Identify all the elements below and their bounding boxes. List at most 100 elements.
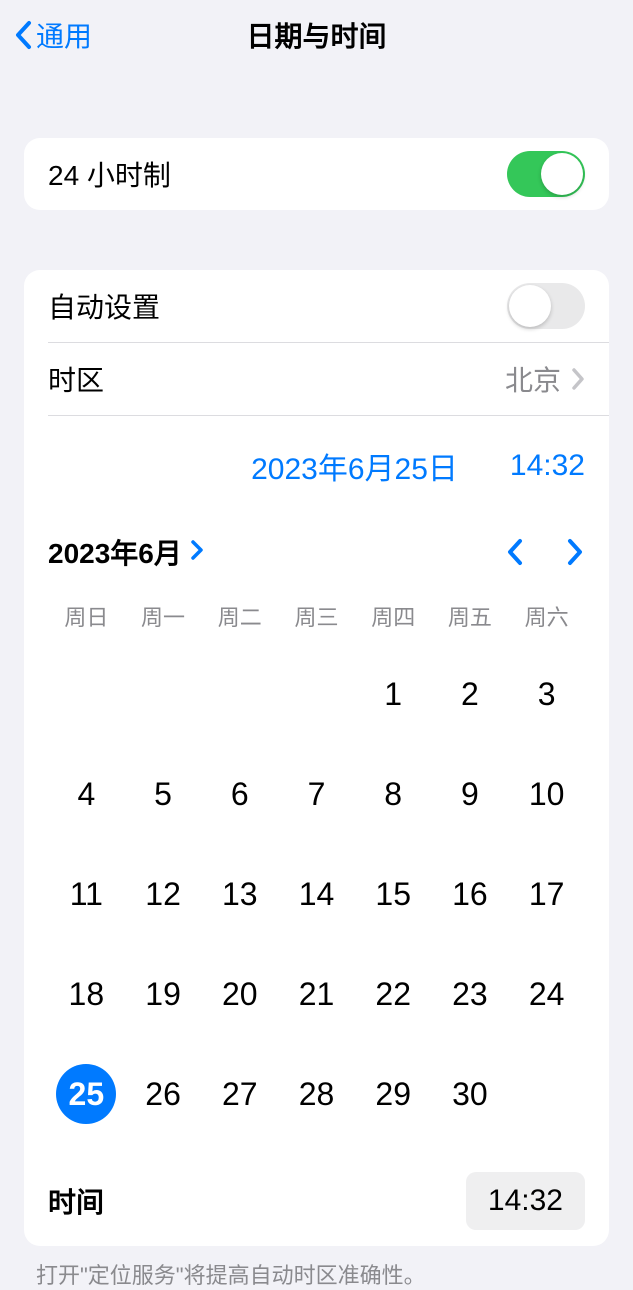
calendar-day-number: 23 — [452, 976, 488, 1013]
page-title: 日期与时间 — [246, 15, 386, 55]
calendar-day-number: 14 — [299, 876, 335, 913]
calendar-day-number: 8 — [384, 776, 402, 813]
calendar-day-number: 27 — [222, 1076, 258, 1113]
calendar-month-button[interactable]: 2023年6月 — [48, 532, 204, 572]
timezone-label: 时区 — [48, 359, 104, 399]
calendar-day[interactable]: 8 — [355, 744, 432, 844]
weekday-label: 周日 — [48, 596, 125, 636]
calendar-empty-cell — [278, 644, 355, 744]
calendar-day[interactable]: 4 — [48, 744, 125, 844]
calendar-day[interactable]: 10 — [508, 744, 585, 844]
back-label: 通用 — [36, 15, 92, 55]
calendar-day[interactable]: 25 — [48, 1044, 125, 1144]
calendar-day-number: 29 — [375, 1076, 411, 1113]
calendar-day[interactable]: 15 — [355, 844, 432, 944]
calendar-day[interactable]: 3 — [508, 644, 585, 744]
back-button[interactable]: 通用 — [0, 15, 92, 55]
calendar-day[interactable]: 16 — [432, 844, 509, 944]
chevron-right-icon — [565, 537, 585, 567]
calendar-day[interactable]: 2 — [432, 644, 509, 744]
autoset-label: 自动设置 — [48, 286, 160, 326]
calendar-day-number: 1 — [384, 676, 402, 713]
calendar-day-number: 12 — [145, 876, 181, 913]
weekday-label: 周四 — [355, 596, 432, 636]
calendar-day-number: 2 — [461, 676, 479, 713]
calendar-empty-cell — [201, 644, 278, 744]
calendar-day-number: 15 — [375, 876, 411, 913]
calendar-day[interactable]: 29 — [355, 1044, 432, 1144]
calendar-day[interactable]: 7 — [278, 744, 355, 844]
calendar-day-number: 3 — [538, 676, 556, 713]
calendar-day[interactable]: 28 — [278, 1044, 355, 1144]
row-timezone[interactable]: 时区 北京 — [24, 343, 609, 415]
calendar-day-number: 26 — [145, 1076, 181, 1113]
chevron-left-icon — [505, 537, 525, 567]
calendar-day[interactable]: 27 — [201, 1044, 278, 1144]
calendar-day-number: 13 — [222, 876, 258, 913]
calendar-month-label: 2023年6月 — [48, 532, 182, 572]
calendar-day[interactable]: 17 — [508, 844, 585, 944]
calendar-empty-cell — [48, 644, 125, 744]
calendar-day[interactable]: 5 — [125, 744, 202, 844]
calendar-next-button[interactable] — [565, 537, 585, 567]
toggle-knob — [541, 153, 583, 195]
calendar-day[interactable]: 13 — [201, 844, 278, 944]
calendar-day-number: 30 — [452, 1076, 488, 1113]
calendar-day[interactable]: 30 — [432, 1044, 509, 1144]
calendar-day-number: 19 — [145, 976, 181, 1013]
weekday-label: 周二 — [201, 596, 278, 636]
time-label: 时间 — [48, 1181, 104, 1221]
calendar-day[interactable]: 24 — [508, 944, 585, 1044]
calendar-empty-cell — [125, 644, 202, 744]
time-row: 时间 14:32 — [24, 1164, 609, 1246]
calendar-day-number: 24 — [529, 976, 565, 1013]
current-date[interactable]: 2023年6月25日 — [251, 444, 458, 488]
chevron-right-icon — [571, 367, 585, 391]
clock24-toggle[interactable] — [507, 151, 585, 197]
calendar-day-number: 22 — [375, 976, 411, 1013]
calendar-day-number: 20 — [222, 976, 258, 1013]
footnote: 打开"定位服务"将提高自动时区准确性。 — [0, 1246, 633, 1290]
calendar-day[interactable]: 26 — [125, 1044, 202, 1144]
calendar-day[interactable]: 22 — [355, 944, 432, 1044]
autoset-toggle[interactable] — [507, 283, 585, 329]
calendar-day[interactable]: 6 — [201, 744, 278, 844]
time-picker[interactable]: 14:32 — [466, 1172, 585, 1230]
timezone-value: 北京 — [505, 359, 561, 399]
calendar-day-number: 9 — [461, 776, 479, 813]
calendar-day-number: 5 — [154, 776, 172, 813]
calendar-day[interactable]: 20 — [201, 944, 278, 1044]
calendar-prev-button[interactable] — [505, 537, 525, 567]
weekday-label: 周一 — [125, 596, 202, 636]
weekday-label: 周六 — [508, 596, 585, 636]
toggle-knob — [509, 285, 551, 327]
calendar-day[interactable]: 18 — [48, 944, 125, 1044]
calendar-day-number: 17 — [529, 876, 565, 913]
calendar-day[interactable]: 9 — [432, 744, 509, 844]
weekday-label: 周三 — [278, 596, 355, 636]
calendar-day[interactable]: 23 — [432, 944, 509, 1044]
row-24hour: 24 小时制 — [24, 138, 609, 210]
current-time[interactable]: 14:32 — [510, 449, 585, 483]
calendar-day-number: 21 — [299, 976, 335, 1013]
current-datetime-row: 2023年6月25日 14:32 — [24, 416, 609, 504]
calendar-day-number: 6 — [231, 776, 249, 813]
calendar-day-number: 4 — [77, 776, 95, 813]
calendar-day[interactable]: 1 — [355, 644, 432, 744]
calendar-day[interactable]: 19 — [125, 944, 202, 1044]
calendar-day-number: 11 — [70, 876, 103, 913]
calendar-day[interactable]: 14 — [278, 844, 355, 944]
calendar-day[interactable]: 21 — [278, 944, 355, 1044]
row-autoset: 自动设置 — [24, 270, 609, 342]
calendar-day-number: 10 — [529, 776, 565, 813]
calendar-day-number: 25 — [56, 1064, 116, 1124]
clock24-label: 24 小时制 — [48, 154, 171, 194]
calendar-day-number: 7 — [308, 776, 326, 813]
calendar-day[interactable]: 12 — [125, 844, 202, 944]
calendar-day-number: 16 — [452, 876, 488, 913]
calendar-day-number: 28 — [299, 1076, 335, 1113]
chevron-right-icon — [190, 536, 204, 568]
calendar-day[interactable]: 11 — [48, 844, 125, 944]
chevron-left-icon — [14, 20, 32, 50]
calendar-day-number: 18 — [69, 976, 105, 1013]
